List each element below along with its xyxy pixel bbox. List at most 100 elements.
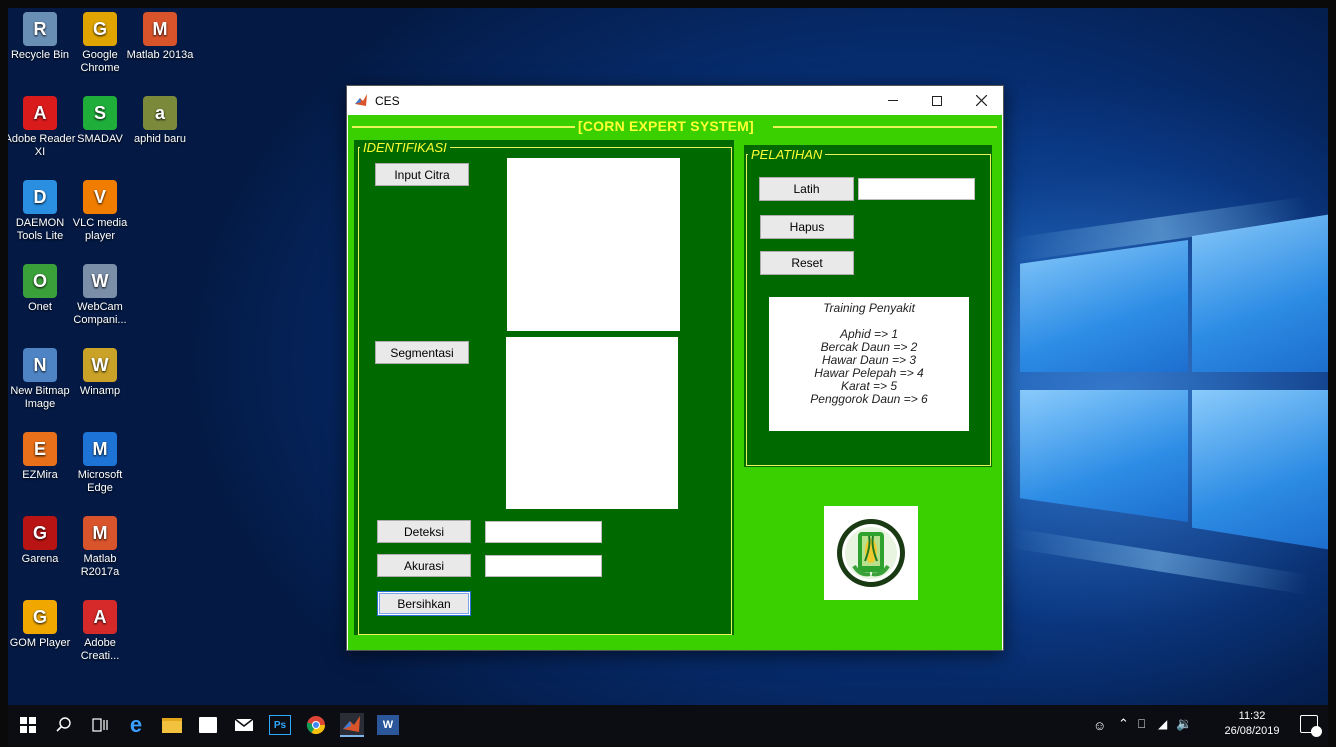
- matlab-icon: [354, 93, 368, 107]
- desktop-icon-label: Matlab 2013a: [126, 49, 194, 61]
- vlc-icon: V: [83, 180, 117, 214]
- store-button[interactable]: [196, 713, 220, 737]
- desktop-icon[interactable]: M Microsoft Edge: [64, 432, 136, 495]
- people-icon[interactable]: ☺: [1093, 718, 1106, 733]
- network-icon[interactable]: ⎕: [1138, 717, 1145, 732]
- clock-time[interactable]: 11:32: [1232, 710, 1272, 722]
- minimize-button[interactable]: [871, 86, 915, 115]
- desktop-icon[interactable]: W WebCam Compani...: [64, 264, 136, 327]
- desktop-icon-label: Adobe Creati...: [80, 637, 120, 662]
- header-line-left: [352, 126, 575, 128]
- info-title: Training Penyakit: [823, 301, 915, 315]
- search-button[interactable]: [52, 713, 76, 737]
- desktop-icon[interactable]: A Adobe Creati...: [64, 600, 136, 663]
- deteksi-button[interactable]: Deteksi: [377, 520, 471, 543]
- akurasi-field[interactable]: [485, 555, 602, 577]
- gom-player-icon: G: [23, 600, 57, 634]
- windows-start-icon: [20, 717, 36, 733]
- deteksi-field[interactable]: [485, 521, 602, 543]
- minimize-icon: [888, 100, 898, 101]
- segmentasi-button[interactable]: Segmentasi: [375, 341, 469, 364]
- close-icon: [975, 95, 987, 106]
- mail-icon: [234, 718, 254, 731]
- windows-logo-pane: [1192, 214, 1328, 372]
- desktop-icon[interactable]: M Matlab R2017a: [64, 516, 136, 579]
- pelatihan-label: PELATIHAN: [748, 147, 826, 162]
- edge-icon: e: [129, 712, 143, 737]
- edge-icon: M: [83, 432, 117, 466]
- bersihkan-button[interactable]: Bersihkan: [377, 591, 471, 616]
- app-logo: [824, 506, 918, 600]
- desktop-icon[interactable]: V VLC media player: [64, 180, 136, 243]
- matlab-icon: [343, 716, 360, 732]
- start-button[interactable]: [16, 713, 40, 737]
- info-line: Penggorok Daun => 6: [810, 392, 928, 406]
- winamp-icon: W: [83, 348, 117, 382]
- search-icon: [56, 717, 71, 732]
- close-button[interactable]: [959, 86, 1003, 115]
- app-client-area: [CORN EXPERT SYSTEM] IDENTIFIKASI Input …: [348, 115, 1002, 650]
- show-hidden-icons-button[interactable]: ⌃: [1118, 716, 1129, 732]
- windows-logo-pane: [1020, 390, 1188, 522]
- ezmira-icon: E: [23, 432, 57, 466]
- windows-logo-pane: [1020, 240, 1188, 372]
- desktop-icon-label: Matlab R2017a: [80, 553, 120, 578]
- chrome-icon: G: [83, 12, 117, 46]
- store-icon: [199, 717, 217, 733]
- latih-field[interactable]: [858, 178, 975, 200]
- word-icon: W: [377, 715, 399, 735]
- desktop-icon-label: WebCam Compani...: [73, 301, 127, 326]
- webcam-icon: W: [83, 264, 117, 298]
- chrome-icon: [306, 716, 325, 735]
- task-view-icon: [92, 718, 108, 732]
- header-line-right: [773, 126, 997, 128]
- action-center-button[interactable]: [1300, 715, 1322, 737]
- desktop-icon[interactable]: W Winamp: [64, 348, 136, 398]
- title-bar[interactable]: CES: [347, 86, 1003, 115]
- matlab-icon: M: [83, 516, 117, 550]
- desktop-icon-label: Winamp: [79, 385, 121, 397]
- photoshop-icon: Ps: [269, 715, 291, 735]
- folder-icon: [162, 717, 182, 733]
- smadav-icon: S: [83, 96, 117, 130]
- wifi-icon[interactable]: ◢: [1158, 717, 1167, 731]
- ces-window: CES [CORN EXPERT SYSTEM] IDENTIFIKASI In…: [346, 85, 1004, 651]
- photoshop-button[interactable]: Ps: [268, 713, 292, 737]
- desktop-icon-label: aphid baru: [134, 133, 186, 145]
- recycle-bin-icon: R: [23, 12, 57, 46]
- matlab-icon: M: [143, 12, 177, 46]
- bitmap-icon: N: [23, 348, 57, 382]
- desktop-icon-label: Microsoft Edge: [77, 469, 123, 494]
- reset-button[interactable]: Reset: [760, 251, 854, 275]
- training-info-box: Training Penyakit Aphid => 1 Bercak Daun…: [769, 297, 969, 431]
- window-title: CES: [375, 94, 400, 108]
- latih-button[interactable]: Latih: [759, 177, 854, 201]
- corn-logo-icon: [837, 519, 905, 587]
- daemon-tools-icon: D: [23, 180, 57, 214]
- adobe-cc-icon: A: [83, 600, 117, 634]
- identifikasi-label: IDENTIFIKASI: [360, 140, 450, 155]
- app-header-title: [CORN EXPERT SYSTEM]: [578, 118, 754, 134]
- chrome-taskbar-button[interactable]: [304, 713, 328, 737]
- maximize-button[interactable]: [915, 86, 959, 115]
- word-button[interactable]: W: [376, 713, 400, 737]
- input-citra-button[interactable]: Input Citra: [375, 163, 469, 186]
- akurasi-button[interactable]: Akurasi: [377, 554, 471, 577]
- taskbar: e Ps W ☺ ⌃ ⎕ ◢ 🔉 11:32 26/08/2019: [8, 705, 1328, 745]
- task-view-button[interactable]: [88, 713, 112, 737]
- segmented-image-box: [506, 337, 678, 509]
- volume-icon[interactable]: 🔉: [1176, 716, 1192, 732]
- onet-icon: O: [23, 264, 57, 298]
- maximize-icon: [932, 95, 942, 106]
- desktop-icon[interactable]: a aphid baru: [124, 96, 196, 146]
- adobe-reader-icon: A: [23, 96, 57, 130]
- desktop-icon[interactable]: M Matlab 2013a: [124, 12, 196, 62]
- mail-button[interactable]: [232, 713, 256, 737]
- matlab-taskbar-button[interactable]: [340, 713, 364, 737]
- clock-date[interactable]: 26/08/2019: [1220, 725, 1284, 737]
- garena-icon: G: [23, 516, 57, 550]
- hapus-button[interactable]: Hapus: [760, 215, 854, 239]
- edge-taskbar-button[interactable]: e: [124, 712, 148, 737]
- file-explorer-button[interactable]: [160, 713, 184, 737]
- desktop-icon-label: VLC media player: [72, 217, 128, 242]
